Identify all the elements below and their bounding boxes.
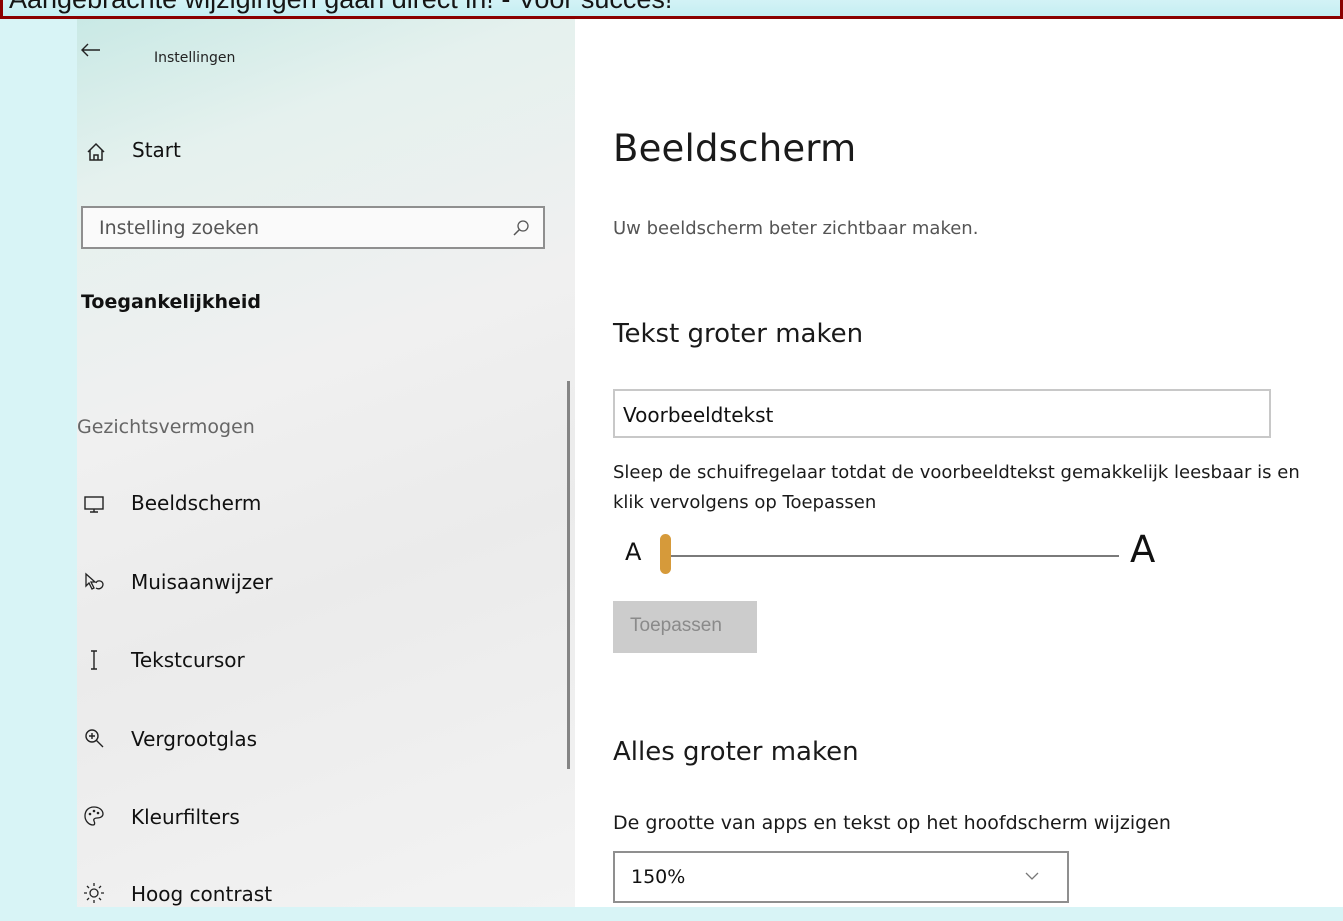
monitor-icon — [84, 496, 104, 513]
section-title: Toegankelijkheid — [81, 291, 262, 313]
settings-window: Instellingen Start Instelling zoeken Toe… — [77, 19, 1343, 907]
back-arrow-icon[interactable] — [81, 43, 101, 57]
sidebar-item-hoog-contrast[interactable]: Hoog contrast — [77, 874, 557, 907]
search-input[interactable]: Instelling zoeken — [81, 206, 545, 249]
text-size-slider-track[interactable] — [671, 555, 1119, 557]
chevron-down-icon — [1025, 872, 1039, 880]
text-size-slider-thumb[interactable] — [660, 534, 671, 574]
group-label: Gezichtsvermogen — [77, 416, 255, 438]
sidebar-item-label: Vergrootglas — [131, 727, 258, 751]
title-bar: Instellingen — [77, 19, 575, 66]
slider-instructions: Sleep de schuifregelaar totdat de voorbe… — [613, 462, 1300, 513]
sidebar-item-label: Beeldscherm — [131, 491, 262, 515]
text-cursor-icon — [91, 650, 97, 670]
contrast-icon — [84, 883, 104, 903]
sidebar-item-vergrootglas[interactable]: Vergrootglas — [77, 719, 557, 759]
scale-dropdown-value: 150% — [631, 866, 686, 888]
sample-text: Voorbeeldtekst — [623, 403, 774, 427]
home-icon — [87, 142, 105, 161]
apply-button-label: Toepassen — [630, 615, 722, 636]
sidebar-item-muisaanwijzer[interactable]: Muisaanwijzer — [77, 562, 557, 602]
scale-dropdown[interactable]: 150% — [613, 851, 1069, 903]
sidebar-item-start[interactable]: Start — [77, 131, 557, 171]
banner-text: Aangebrachte wijzigingen gaan direct in!… — [9, 0, 672, 15]
sidebar-item-label: Hoog contrast — [131, 882, 273, 906]
sample-text-box: Voorbeeldtekst — [613, 389, 1271, 438]
slider-min-label: A — [625, 538, 642, 566]
page-subtitle: Uw beeldscherm beter zichtbaar maken. — [613, 218, 979, 239]
text-size-heading: Tekst groter maken — [613, 319, 864, 349]
scale-description: De grootte van apps en tekst op het hoof… — [613, 812, 1171, 834]
magnifier-icon — [85, 729, 104, 748]
main-content: Beeldscherm Uw beeldscherm beter zichtba… — [575, 19, 1343, 907]
sidebar-scrollbar[interactable] — [567, 381, 570, 769]
sidebar-item-tekstcursor[interactable]: Tekstcursor — [77, 640, 557, 680]
sidebar-item-label: Start — [132, 138, 181, 162]
everything-size-heading: Alles groter maken — [613, 737, 859, 767]
slider-max-label: A — [1130, 528, 1156, 571]
instruction-banner: Aangebrachte wijzigingen gaan direct in!… — [0, 0, 1343, 19]
search-placeholder: Instelling zoeken — [99, 217, 260, 239]
mouse-pointer-icon — [85, 572, 104, 590]
sidebar-item-label: Kleurfilters — [131, 805, 240, 829]
window-title: Instellingen — [154, 50, 236, 66]
sidebar-item-beeldscherm[interactable]: Beeldscherm — [77, 483, 557, 523]
page-title: Beeldscherm — [613, 127, 857, 170]
apply-button[interactable]: Toepassen — [613, 601, 757, 653]
color-filter-icon — [84, 806, 104, 826]
sidebar: Instellingen Start Instelling zoeken Toe… — [77, 19, 575, 907]
sidebar-item-label: Tekstcursor — [131, 648, 245, 672]
sidebar-item-kleurfilters[interactable]: Kleurfilters — [77, 797, 557, 837]
search-icon[interactable] — [511, 218, 531, 238]
sidebar-item-label: Muisaanwijzer — [131, 570, 273, 594]
